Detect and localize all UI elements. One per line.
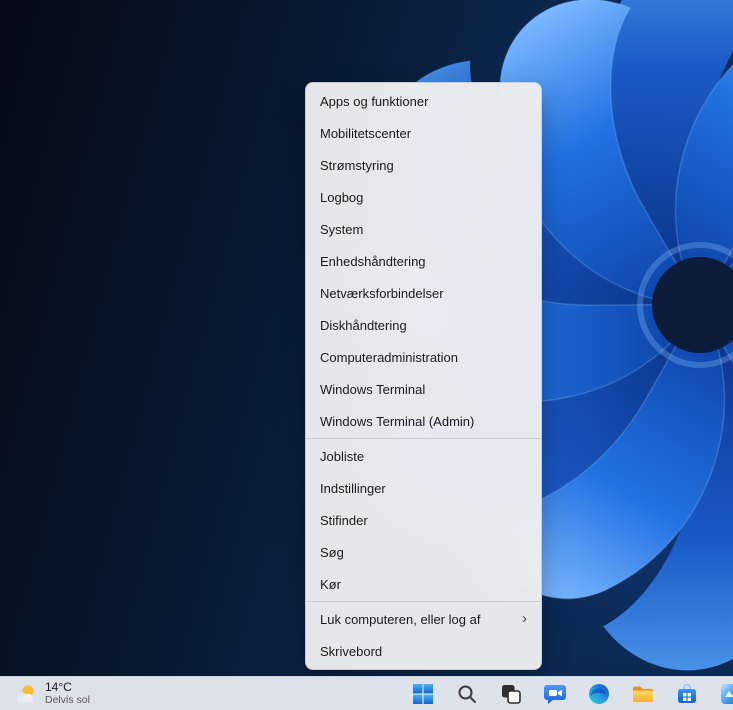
sun-behind-cloud-icon [16,685,34,702]
menu-item-label: Apps og funktioner [320,93,429,109]
search-icon [458,685,476,703]
menu-separator [306,438,541,439]
start-button[interactable] [401,677,445,710]
menu-item-label: Windows Terminal (Admin) [320,413,475,429]
menu-item-label: Mobilitetscenter [320,125,412,141]
menu-item-windows-terminal[interactable]: Windows Terminal [306,373,541,405]
menu-item-soeg[interactable]: Søg [306,536,541,568]
microsoft-store-button[interactable] [665,677,709,710]
submenu-chevron-icon: › [522,609,527,627]
task-view-button[interactable] [489,677,533,710]
menu-item-label: Stifinder [320,512,368,528]
weather-widget[interactable]: 14°C Delvis sol [4,677,98,710]
chat-icon [544,684,566,704]
search-button[interactable] [445,677,489,710]
edge-browser-icon [589,683,609,704]
menu-item-mobilitetscenter[interactable]: Mobilitetscenter [306,117,541,149]
menu-item-label: Søg [320,544,344,560]
menu-item-label: Jobliste [320,448,365,464]
menu-item-apps-og-funktioner[interactable]: Apps og funktioner [306,85,541,117]
winx-context-menu: Apps og funktioner Mobilitetscenter Strø… [305,82,542,670]
weather-condition: Delvis sol [45,694,90,707]
menu-item-label: Indstillinger [320,480,386,496]
menu-item-label: System [320,221,364,237]
menu-item-logbog[interactable]: Logbog [306,181,541,213]
task-view-icon [502,684,521,704]
app-button-partially-visible[interactable] [709,677,733,710]
file-explorer-folder-icon [633,686,653,702]
taskbar-icon-row [401,677,733,710]
menu-item-system[interactable]: System [306,213,541,245]
menu-item-label: Logbog [320,189,364,205]
taskbar: 14°C Delvis sol [0,676,733,710]
menu-item-label: Windows Terminal [320,381,426,397]
menu-item-diskhaandtering[interactable]: Diskhåndtering [306,309,541,341]
edge-button[interactable] [577,677,621,710]
menu-item-computeradministration[interactable]: Computeradministration [306,341,541,373]
menu-item-label: Netværksforbindelser [320,285,444,301]
menu-item-label: Skrivebord [320,643,383,659]
menu-item-label: Kør [320,576,341,592]
menu-item-indstillinger[interactable]: Indstillinger [306,472,541,504]
menu-separator [306,601,541,602]
menu-item-label: Computeradministration [320,349,459,365]
file-explorer-button[interactable] [621,677,665,710]
desktop[interactable]: Apps og funktioner Mobilitetscenter Strø… [0,0,733,710]
weather-text: 14°C Delvis sol [45,680,90,707]
menu-item-jobliste[interactable]: Jobliste [306,440,541,472]
menu-item-netvaerksforbindelser[interactable]: Netværksforbindelser [306,277,541,309]
menu-item-skrivebord[interactable]: Skrivebord [306,635,541,667]
weather-temperature: 14°C [45,680,72,695]
menu-item-enhedshaandtering[interactable]: Enhedshåndtering [306,245,541,277]
app-icon [721,683,733,704]
windows-start-icon [413,683,433,704]
menu-item-label: Enhedshåndtering [320,253,426,269]
chat-button[interactable] [533,677,577,710]
menu-item-stroemstyring[interactable]: Strømstyring [306,149,541,181]
menu-item-koer[interactable]: Kør [306,568,541,600]
menu-item-stifinder[interactable]: Stifinder [306,504,541,536]
menu-item-label: Strømstyring [320,157,394,173]
menu-item-windows-terminal-admin[interactable]: Windows Terminal (Admin) [306,405,541,437]
menu-item-label: Diskhåndtering [320,317,407,333]
microsoft-store-icon [678,683,696,703]
menu-item-luk-computeren-eller-log-af[interactable]: Luk computeren, eller log af › [306,603,541,635]
menu-item-label: Luk computeren, eller log af [320,611,481,627]
